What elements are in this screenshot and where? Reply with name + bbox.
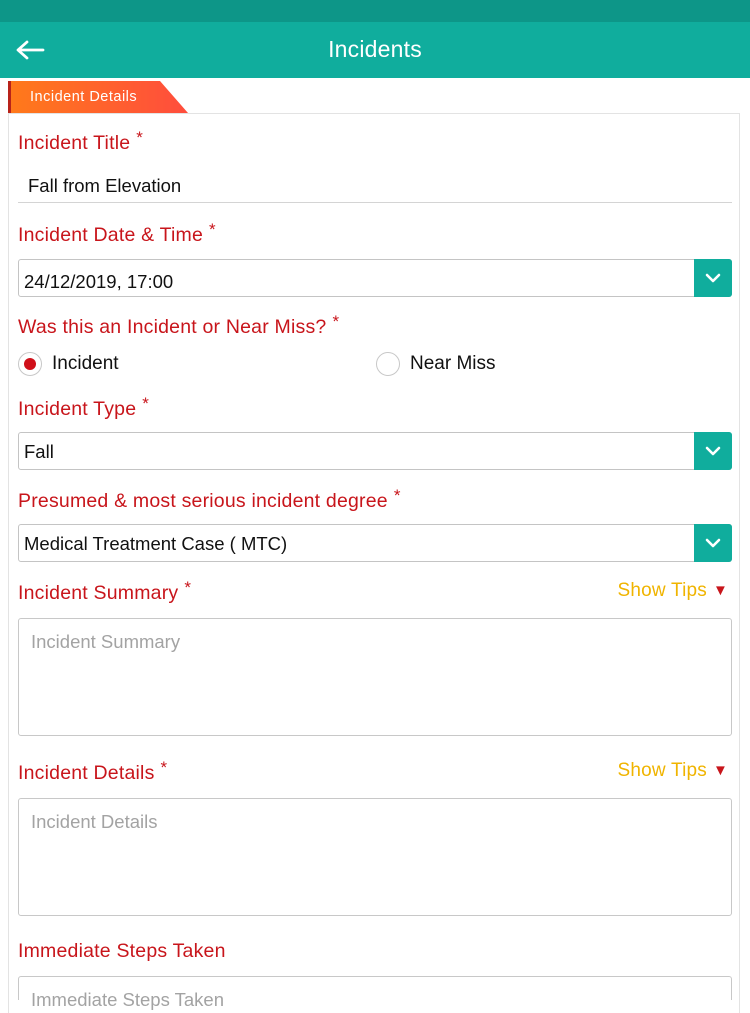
incident-degree-select[interactable]: Medical Treatment Case ( MTC) [18, 524, 732, 562]
incident-details-label: Incident Details * [18, 758, 168, 784]
placeholder: Immediate Steps Taken [31, 989, 224, 1010]
required-marker: * [393, 486, 401, 505]
immediate-steps-textarea[interactable]: Immediate Steps Taken [18, 976, 732, 1010]
select-value: Fall [24, 441, 54, 462]
incident-title-label: Incident Title * [18, 128, 144, 154]
status-bar [0, 0, 750, 22]
incident-datetime-label: Incident Date & Time * [18, 220, 216, 246]
app-bar: Incidents [0, 22, 750, 78]
radio-selected-dot [24, 358, 36, 370]
incident-type-label: Incident Type * [18, 394, 150, 420]
input-underline [18, 202, 732, 203]
incident-summary-label: Incident Summary * [18, 578, 192, 604]
incident-summary-textarea[interactable]: Incident Summary [18, 618, 732, 736]
triangle-down-icon: ▼ [712, 762, 728, 779]
radio-near-miss[interactable]: Near Miss [376, 352, 496, 376]
required-marker: * [209, 220, 216, 239]
placeholder: Incident Summary [31, 631, 181, 652]
placeholder: Incident Details [31, 811, 158, 832]
dropdown-button[interactable] [694, 259, 732, 297]
dropdown-button[interactable] [694, 524, 732, 562]
radio-label: Near Miss [410, 353, 496, 374]
radio-label: Incident [52, 353, 119, 374]
incident-details-textarea[interactable]: Incident Details [18, 798, 732, 916]
radio-circle [376, 352, 400, 376]
show-tips-summary-button[interactable]: Show Tips ▼ [618, 580, 729, 602]
select-value: Medical Treatment Case ( MTC) [24, 533, 288, 554]
radio-circle [18, 352, 42, 376]
select-value: 24/12/2019, 17:00 [24, 271, 174, 292]
incident-title-input[interactable]: Fall from Elevation [28, 175, 181, 197]
required-marker: * [332, 312, 340, 331]
chevron-down-icon [705, 273, 721, 283]
tab-incident-details[interactable]: Incident Details [8, 81, 188, 113]
incident-datetime-select[interactable]: 24/12/2019, 17:00 [18, 259, 732, 297]
required-marker: * [160, 758, 168, 777]
required-marker: * [184, 578, 192, 597]
tab-label: Incident Details [30, 89, 138, 105]
incident-type-select[interactable]: Fall [18, 432, 732, 470]
chevron-down-icon [705, 538, 721, 548]
page-title: Incidents [328, 36, 422, 62]
immediate-steps-label: Immediate Steps Taken [18, 940, 226, 962]
required-marker: * [136, 128, 144, 147]
incident-degree-label: Presumed & most serious incident degree * [18, 486, 401, 512]
arrow-left-icon [16, 40, 45, 60]
triangle-down-icon: ▼ [712, 582, 728, 599]
show-tips-details-button[interactable]: Show Tips ▼ [618, 760, 729, 782]
radio-incident[interactable]: Incident [18, 352, 119, 376]
required-marker: * [142, 394, 150, 413]
chevron-down-icon [705, 446, 721, 456]
back-button[interactable] [8, 28, 52, 72]
dropdown-button[interactable] [694, 432, 732, 470]
incident-or-near-miss-label: Was this an Incident or Near Miss? * [18, 312, 340, 338]
